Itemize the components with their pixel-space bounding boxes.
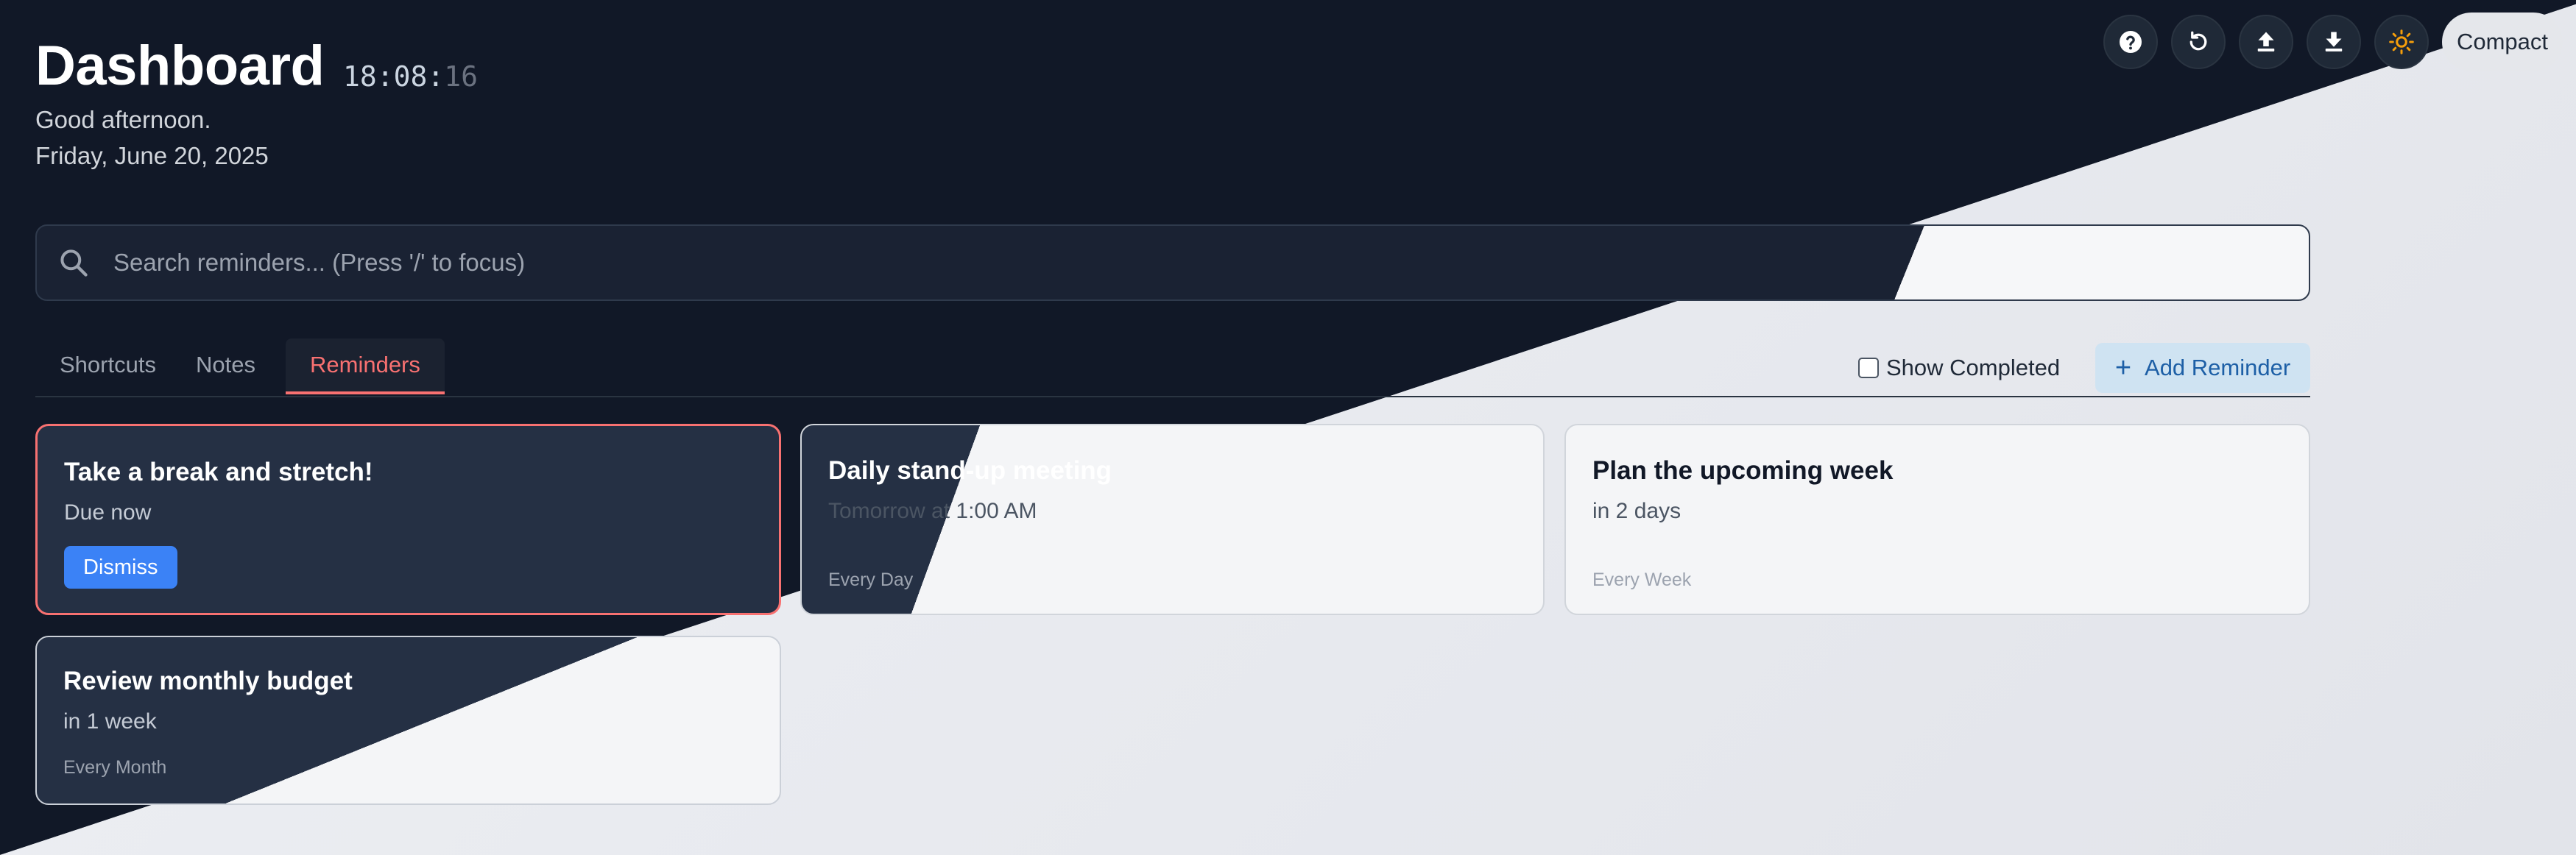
reminder-card[interactable]: Plan the upcoming week in 2 days Every W… <box>1564 424 2310 615</box>
compact-button[interactable]: Compact <box>2441 13 2563 71</box>
reminder-card[interactable]: Review monthly budget in 1 week Every Mo… <box>35 636 781 805</box>
show-completed-toggle[interactable]: Show Completed <box>1858 355 2060 381</box>
reminder-title: Take a break and stretch! <box>64 458 373 486</box>
reminder-title: Daily stand-up meeting <box>828 456 1112 485</box>
help-button[interactable] <box>2103 15 2158 69</box>
reminder-title: Plan the upcoming week <box>1592 456 1894 485</box>
reminder-recurrence: Every Month <box>63 757 167 778</box>
reminder-due: in 2 days <box>1592 499 1682 523</box>
reminder-title: Review monthly budget <box>63 667 353 695</box>
sun-icon <box>2389 29 2414 54</box>
page-title: Dashboard <box>35 35 325 97</box>
tab-reminders[interactable]: Reminders <box>286 338 445 394</box>
search-input[interactable] <box>112 248 2176 277</box>
clock-seconds: 16 <box>444 60 479 93</box>
greeting: Good afternoon. <box>35 106 211 133</box>
reminder-due: in 1 week <box>63 709 157 734</box>
reminder-card[interactable]: Daily stand-up meeting Tomorrow at 1:00 … <box>800 424 1545 615</box>
reminder-card[interactable]: Take a break and stretch! Due now Dismis… <box>35 424 781 615</box>
toolbar: Compact <box>2103 13 2563 71</box>
reminder-recurrence: Every Day <box>828 570 914 590</box>
dismiss-button[interactable]: Dismiss <box>64 546 177 589</box>
plus-icon: + <box>2114 352 2132 383</box>
upload-button[interactable] <box>2238 15 2293 69</box>
reminder-due: Due now <box>64 500 152 525</box>
help-icon <box>2119 31 2142 53</box>
clock-hours-minutes: 18:08: <box>343 60 445 93</box>
download-button[interactable] <box>2306 15 2361 69</box>
reset-icon <box>2189 31 2207 51</box>
current-date: Friday, June 20, 2025 <box>35 142 269 169</box>
reminder-due: Tomorrow at 1:00 AM <box>828 499 1037 523</box>
show-completed-label: Show Completed <box>1886 355 2061 380</box>
reset-button[interactable] <box>2170 15 2226 69</box>
reminder-recurrence: Every Week <box>1592 570 1692 590</box>
show-completed-checkbox[interactable] <box>1858 358 1879 378</box>
tab-shortcuts[interactable]: Shortcuts <box>35 352 180 391</box>
theme-toggle-button[interactable] <box>2374 15 2429 69</box>
dashboard-app: Dashboard 18:08:16 Good afternoon. Frida… <box>0 0 2576 855</box>
search-icon <box>60 249 88 277</box>
download-icon <box>2325 32 2343 52</box>
clock: 18:08:16 <box>343 60 478 93</box>
upload-icon <box>2257 32 2275 52</box>
tab-notes[interactable]: Notes <box>172 352 280 391</box>
add-reminder-button[interactable]: + Add Reminder <box>2095 343 2310 393</box>
search-bar[interactable] <box>35 224 2310 301</box>
add-reminder-label: Add Reminder <box>2145 355 2291 380</box>
